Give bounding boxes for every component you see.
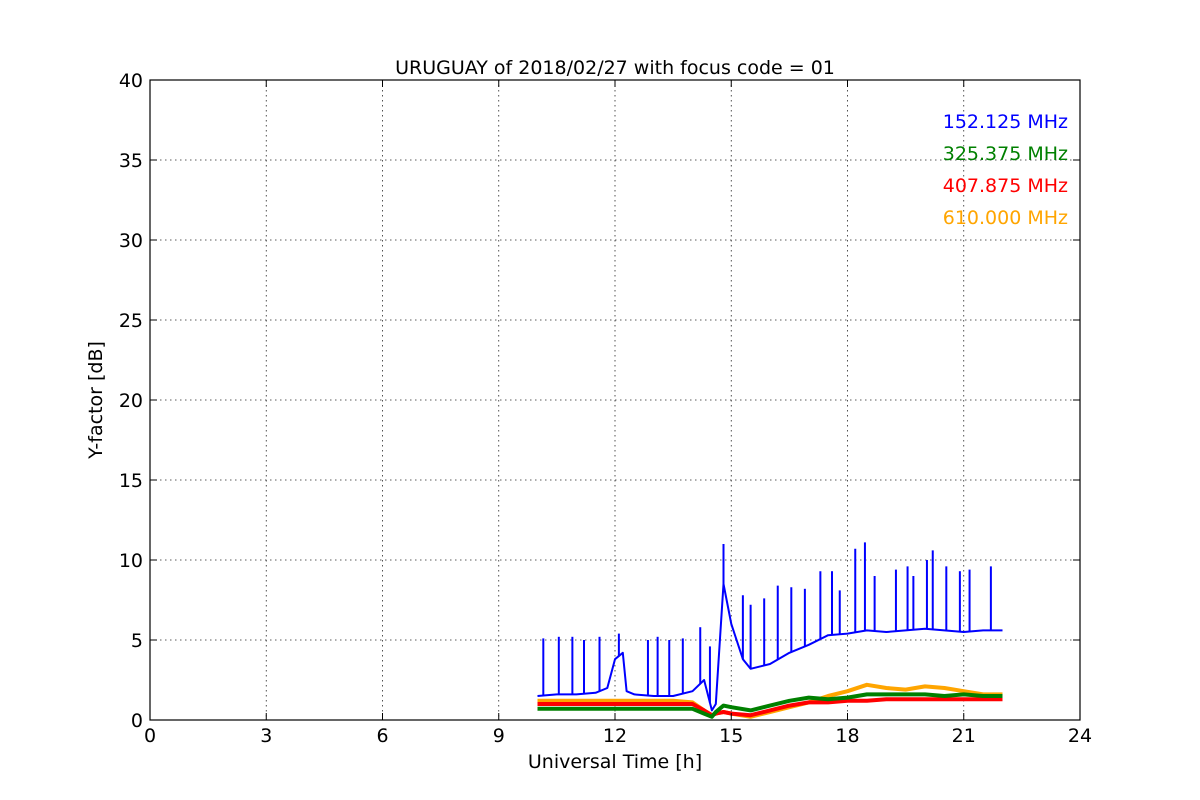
y-tick-label: 10 [119, 550, 143, 572]
y-tick-label: 5 [131, 630, 143, 652]
y-tick-label: 0 [131, 710, 143, 732]
x-axis-label: Universal Time [h] [528, 751, 702, 773]
y-axis-label: Y-factor [dB] [85, 341, 107, 460]
legend-entry: 325.375 MHz [943, 143, 1068, 165]
x-tick-label: 3 [260, 725, 272, 747]
y-tick-label: 40 [119, 70, 143, 92]
chart-title: URUGUAY of 2018/02/27 with focus code = … [395, 57, 835, 79]
plot-area [537, 542, 1003, 719]
grid [150, 80, 1080, 720]
y-tick-label: 20 [119, 390, 143, 412]
x-tick-label: 0 [144, 725, 156, 747]
y-tick-label: 35 [119, 150, 143, 172]
legend: 152.125 MHz 325.375 MHz 407.875 MHz 610.000… [943, 111, 1068, 229]
x-tick-label: 18 [835, 725, 859, 747]
x-tick-label: 21 [952, 725, 976, 747]
y-tick-label: 15 [119, 470, 143, 492]
legend-entry: 407.875 MHz [943, 175, 1068, 197]
x-tick-label: 9 [493, 725, 505, 747]
x-tick-label: 24 [1068, 725, 1092, 747]
axis-ticks: 0 3 6 9 12 15 18 21 24 0 5 10 15 20 25 30 35 40 [119, 70, 1092, 747]
chart: URUGUAY of 2018/02/27 with focus code = … [85, 57, 1092, 773]
legend-entry: 152.125 MHz [943, 111, 1068, 133]
legend-entry: 610.000 MHz [943, 207, 1068, 229]
y-tick-label: 30 [119, 230, 143, 252]
y-tick-label: 25 [119, 310, 143, 332]
x-tick-label: 15 [719, 725, 743, 747]
x-tick-label: 6 [376, 725, 388, 747]
x-tick-label: 12 [603, 725, 627, 747]
